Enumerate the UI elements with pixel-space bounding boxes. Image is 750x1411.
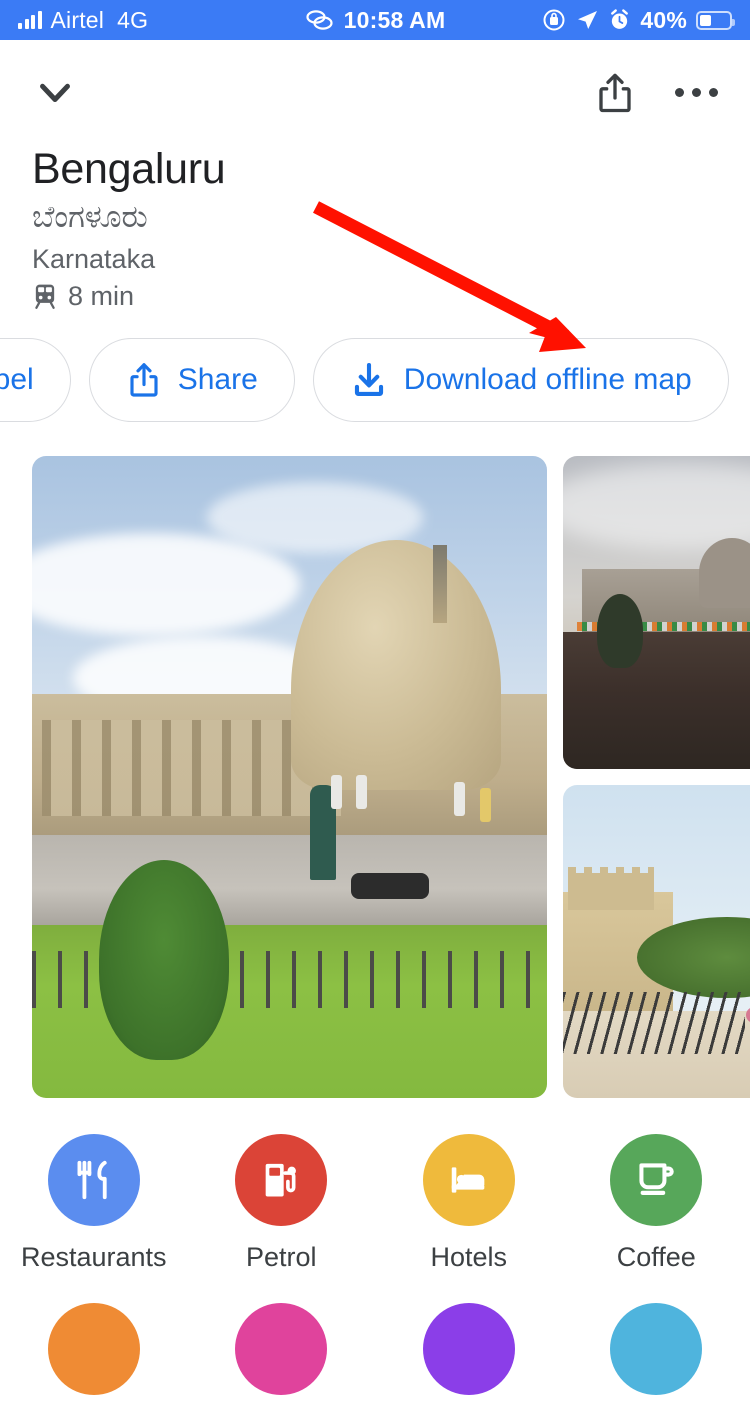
place-title-block: Bengaluru ಬೆಂಗಳೂರು Karnataka 8 min	[0, 145, 750, 312]
category-label: Coffee	[617, 1242, 696, 1273]
network-type-label: 4G	[117, 7, 148, 34]
status-bar-left: Airtel 4G	[18, 7, 148, 34]
petrol-pump-icon	[258, 1157, 304, 1203]
transit-time-label: 8 min	[68, 281, 134, 312]
photo-bangalore-palace-walkway	[563, 785, 750, 1098]
category-circle	[235, 1303, 327, 1395]
location-arrow-icon	[575, 8, 599, 32]
category-grid: Restaurants Petrol	[0, 1098, 750, 1411]
place-photo-secondary-2[interactable]	[563, 785, 750, 1098]
share-icon	[595, 70, 635, 116]
more-options-icon	[692, 88, 701, 97]
category-hotels[interactable]: Hotels	[375, 1134, 563, 1273]
label-chip[interactable]: abel	[0, 338, 71, 422]
category-row2-item4[interactable]	[563, 1303, 750, 1411]
place-local-name: ಬೆಂಗಳೂರು	[32, 198, 718, 237]
category-circle	[235, 1134, 327, 1226]
signal-bars-icon	[18, 11, 42, 29]
chevron-down-icon	[32, 70, 78, 116]
train-icon	[32, 283, 58, 311]
category-circle	[48, 1303, 140, 1395]
collapse-sheet-button[interactable]	[32, 70, 78, 116]
photo-vidhana-soudha-dusk	[563, 456, 750, 769]
category-circle	[610, 1303, 702, 1395]
carrier-label: Airtel	[51, 7, 105, 34]
download-offline-map-chip[interactable]: Download offline map	[313, 338, 729, 422]
status-bar: Airtel 4G 10:58 AM 40%	[0, 0, 750, 40]
alarm-clock-icon	[608, 8, 631, 32]
share-icon	[126, 359, 162, 401]
category-petrol[interactable]: Petrol	[188, 1134, 376, 1273]
place-detail-sheet: Bengaluru ಬೆಂಗಳೂರು Karnataka 8 min abel	[0, 40, 750, 1411]
status-bar-right: 40%	[542, 7, 732, 34]
coffee-cup-icon	[633, 1157, 679, 1203]
restaurant-icon	[71, 1157, 117, 1203]
share-button[interactable]	[595, 70, 635, 116]
category-label: Restaurants	[21, 1242, 167, 1273]
category-row2-item3[interactable]	[375, 1303, 563, 1411]
download-icon	[350, 360, 388, 400]
clock-label: 10:58 AM	[344, 7, 446, 34]
download-offline-map-chip-label: Download offline map	[404, 363, 692, 397]
category-row2-item1[interactable]	[0, 1303, 188, 1411]
action-chip-row[interactable]: abel Share Download offline map	[0, 338, 750, 422]
photo-vidhana-soudha-daytime	[32, 456, 547, 1098]
link-icon	[305, 9, 335, 31]
transit-info: 8 min	[32, 281, 718, 312]
share-chip-label: Share	[178, 363, 258, 397]
place-photo-secondary-1[interactable]	[563, 456, 750, 769]
photo-strip	[0, 422, 750, 1098]
place-region: Karnataka	[32, 243, 718, 275]
category-circle	[423, 1303, 515, 1395]
page-title: Bengaluru	[32, 145, 718, 193]
category-row2-item2[interactable]	[188, 1303, 376, 1411]
category-circle	[423, 1134, 515, 1226]
place-photo-main[interactable]	[32, 456, 547, 1098]
sheet-toolbar	[0, 40, 750, 145]
category-circle	[610, 1134, 702, 1226]
label-chip-label: abel	[0, 363, 34, 397]
hotel-bed-icon	[446, 1157, 492, 1203]
more-options-icon	[675, 88, 684, 97]
category-label: Hotels	[430, 1242, 507, 1273]
category-restaurants[interactable]: Restaurants	[0, 1134, 188, 1273]
share-chip[interactable]: Share	[89, 338, 295, 422]
category-circle	[48, 1134, 140, 1226]
photo-column	[563, 456, 750, 1098]
category-coffee[interactable]: Coffee	[563, 1134, 750, 1273]
category-label: Petrol	[246, 1242, 317, 1273]
more-options-icon	[709, 88, 718, 97]
screen-lock-rotation-icon	[542, 8, 566, 32]
battery-percent-label: 40%	[640, 7, 687, 34]
more-options-button[interactable]	[675, 88, 718, 97]
battery-icon	[696, 11, 732, 30]
